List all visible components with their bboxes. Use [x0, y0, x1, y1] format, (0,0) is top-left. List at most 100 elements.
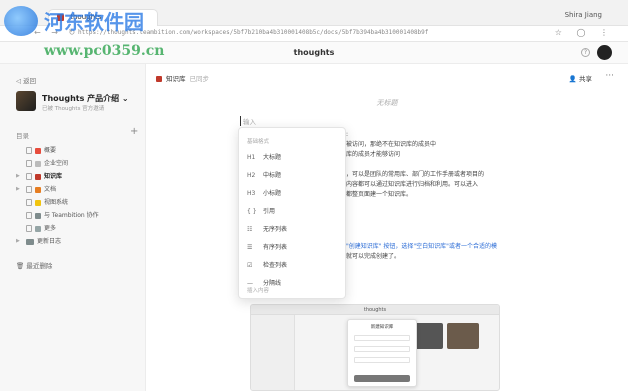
body-link[interactable]: "创建知识库" 按钮，选择"空白知识库"或者一个合适的模 [346, 243, 497, 250]
heading-3-icon: H3 [247, 190, 256, 197]
avatar[interactable] [597, 45, 612, 60]
sidebar-item-label: 知识库 [44, 173, 63, 180]
nav-buttons[interactable]: ← → ↻ [34, 28, 79, 37]
sidebar: ◁ 返回 Thoughts 产品介绍 ⌄ 已被 Thoughts 官方邀请 目录… [0, 64, 146, 391]
menu-item-checklist[interactable]: ☑ 检查列表 [239, 257, 347, 275]
share-button[interactable]: 👤 共享 [569, 73, 592, 83]
menu-item-h3[interactable]: H3 小标题 [239, 185, 347, 203]
body-line: 库的成员才能够访问 [346, 151, 401, 158]
screenshot-button [354, 375, 410, 382]
tab-title: thoughts [70, 13, 102, 21]
screenshot-field [354, 346, 410, 352]
item-emoji-icon [35, 147, 41, 154]
body-line: 被访问，那绝不在知识库的成员中 [346, 141, 437, 148]
menu-item-ordered-list[interactable]: ☰ 有序列表 [239, 239, 347, 257]
body-line: 就可以完成创建了。 [346, 253, 401, 260]
browser-titlebar: thoughts Shira Jiang [0, 0, 628, 26]
item-emoji-icon [35, 199, 41, 206]
share-label: 共享 [579, 75, 592, 83]
trash-button[interactable]: 🗑 最近删除 [16, 260, 52, 270]
insert-menu-footer: 插入内容 [247, 288, 270, 294]
insert-menu-header: 基础格式 [247, 139, 270, 145]
browser-tab[interactable]: thoughts [48, 9, 158, 26]
menu-item-h2[interactable]: H2 中标题 [239, 167, 347, 185]
body-line [346, 160, 616, 170]
help-icon[interactable]: ? [581, 48, 590, 57]
page-tree: 概要 企业空间 ▶ 知识库 ▶ 文档 视图系统 与 Teambition 协作 更多… [14, 144, 144, 248]
bullet-list-icon: ☷ [247, 226, 253, 233]
screenshot-title: thoughts [251, 305, 499, 315]
breadcrumb: 知识库 已同步 [156, 73, 209, 83]
menu-item-label: 有序列表 [263, 244, 288, 251]
app-title: thoughts [293, 48, 335, 57]
menu-item-h1[interactable]: H1 大标题 [239, 149, 347, 167]
insert-menu-list: H1 大标题 H2 中标题 H3 小标题 { } 引用 ☷ 无序列表 ☰ 有序列表 ☑ 检查列… [239, 149, 347, 293]
sidebar-item-more[interactable]: 更多 [14, 222, 144, 235]
sidebar-item-changelog[interactable]: ▶ 更新日志 [14, 235, 144, 248]
menu-item-label: 引用 [263, 208, 276, 215]
screenshot-sidebar [251, 315, 295, 390]
body-line: 都整页面建一个知识库。 [346, 191, 413, 198]
add-page-icon[interactable]: + [130, 126, 138, 137]
sidebar-item-knowledge-base[interactable]: ▶ 知识库 [14, 170, 144, 183]
doc-icon [26, 212, 32, 219]
more-icon[interactable]: ··· [605, 71, 614, 81]
sidebar-item-label: 文档 [44, 186, 57, 193]
embedded-screenshot[interactable]: thoughts 新建知识库 [250, 304, 500, 391]
back-label: 返回 [23, 77, 37, 85]
breadcrumb-title[interactable]: 知识库 [166, 75, 186, 83]
back-button[interactable]: ◁ 返回 [16, 75, 36, 85]
body-line: "创建知识库" 按钮，选择"空白知识库"或者一个合适的模 [346, 242, 616, 252]
insert-menu: 基础格式 H1 大标题 H2 中标题 H3 小标题 { } 引用 ☷ 无序列表 ☰ 有序列表… [238, 127, 346, 299]
address-bar: ← → ↻ https://thoughts.teambition.com/wo… [0, 26, 628, 42]
menu-item-label: 检查列表 [263, 262, 288, 269]
item-emoji-icon [35, 212, 41, 219]
doc-icon [26, 186, 32, 193]
space-thumbnail [16, 91, 36, 111]
doc-icon [26, 199, 32, 206]
directory-label: 目录 [16, 132, 29, 140]
body-line: : [346, 131, 349, 138]
menu-item-bullet-list[interactable]: ☷ 无序列表 [239, 221, 347, 239]
menu-item-label: 无序列表 [263, 226, 288, 233]
space-name: Thoughts 产品介绍 ⌄ [42, 94, 129, 103]
doc-emoji-icon [156, 76, 162, 82]
screenshot-modal: 新建知识库 [347, 319, 417, 387]
doc-icon [26, 173, 32, 180]
sidebar-item-label: 更新日志 [37, 238, 62, 245]
sidebar-item-overview[interactable]: 概要 [14, 144, 144, 157]
sidebar-item-docs[interactable]: ▶ 文档 [14, 183, 144, 196]
doc-body: : 被访问，那绝不在知识库的成员中 库的成员才能够访问 ，可以是团队的常用库、部… [346, 130, 616, 262]
expand-caret-icon[interactable]: ▶ [16, 170, 20, 183]
body-line: 内容都可以通过知识库进行归档和利用。可以进入 [346, 181, 479, 188]
editor-input[interactable]: 输入 [240, 116, 256, 126]
doc-title-input[interactable]: 无标题 [146, 98, 628, 108]
doc-icon [26, 225, 32, 232]
expand-caret-icon[interactable]: ▶ [16, 183, 20, 196]
browser-actions[interactable]: ☆ ◯ ⋮ [555, 28, 614, 37]
trash-label: 最近删除 [26, 262, 53, 270]
sidebar-item-label: 视图系统 [44, 199, 69, 206]
sidebar-item-views[interactable]: 视图系统 [14, 196, 144, 209]
tab-favicon-icon [57, 13, 64, 21]
menu-item-label: 大标题 [263, 154, 282, 161]
sync-status: 已同步 [189, 75, 210, 83]
browser-user-name[interactable]: Shira Jiang [565, 11, 602, 19]
url-field[interactable]: https://thoughts.teambition.com/workspac… [78, 29, 428, 36]
sidebar-item-label: 与 Teambition 协作 [44, 212, 99, 219]
screenshot-field [354, 335, 410, 341]
sidebar-item-enterprise-space[interactable]: 企业空间 [14, 157, 144, 170]
screenshot-modal-title: 新建知识库 [370, 325, 394, 330]
menu-item-label: 中标题 [263, 172, 282, 179]
expand-caret-icon[interactable]: ▶ [16, 235, 20, 248]
sidebar-item-label: 企业空间 [44, 160, 69, 167]
document-area: 知识库 已同步 👤 共享 ··· 无标题 输入 : 被访问，那绝不在知识库的成员中… [146, 64, 628, 391]
body-line: ，可以是团队的常用库、部门的工作手册或者项目的 [346, 171, 485, 178]
doc-icon [26, 160, 32, 167]
quote-icon: { } [247, 208, 257, 215]
heading-2-icon: H2 [247, 172, 256, 179]
ordered-list-icon: ☰ [247, 244, 253, 251]
sidebar-item-teambition[interactable]: 与 Teambition 协作 [14, 209, 144, 222]
item-emoji-icon [35, 225, 41, 232]
menu-item-quote[interactable]: { } 引用 [239, 203, 347, 221]
